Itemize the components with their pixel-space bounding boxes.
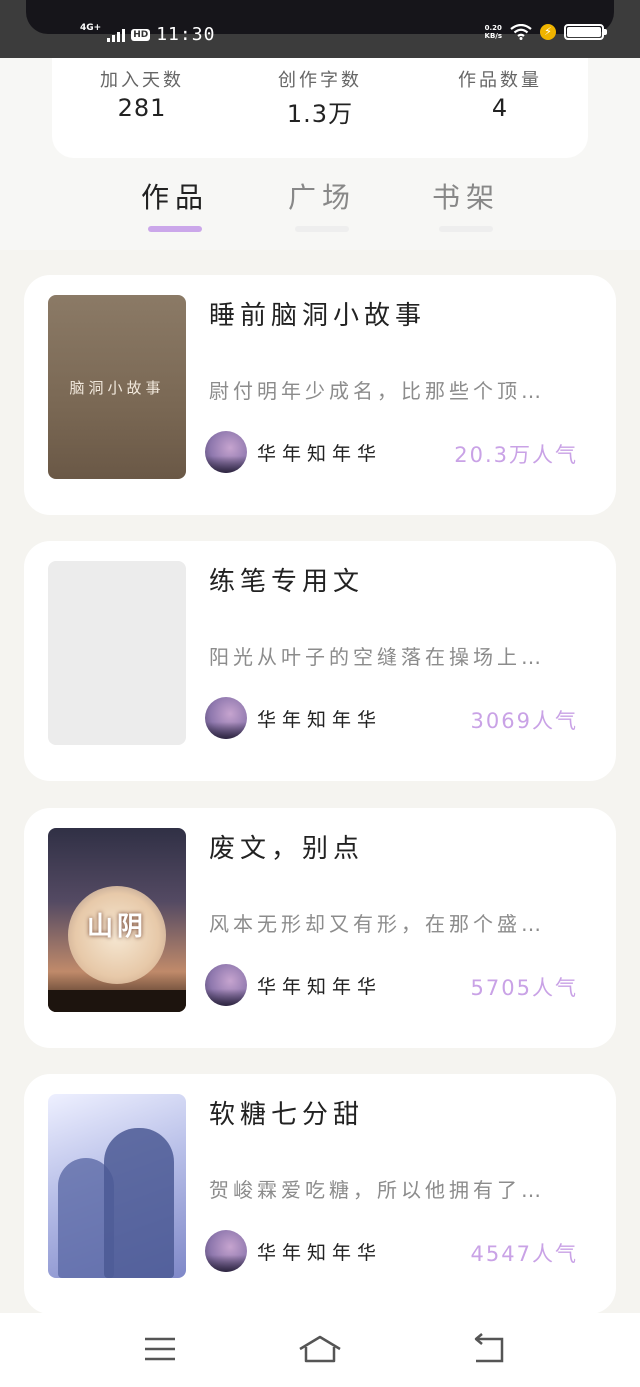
stat-value: 281 (117, 94, 167, 122)
author-row[interactable]: 华年知年华 (205, 431, 382, 473)
home-icon (299, 1335, 341, 1363)
tab-label: 作品 (140, 181, 209, 214)
cover-figure-art (104, 1128, 174, 1278)
avatar[interactable] (205, 1230, 247, 1272)
battery-icon (564, 24, 607, 40)
stats-card: 加入天数 281 创作字数 1.3万 作品数量 4 (52, 58, 588, 158)
cover-text: 山阴 (86, 912, 147, 942)
network-type: 4G+ (80, 23, 102, 33)
signal-icon (107, 28, 126, 42)
popularity-count: 20.3万人气 (454, 443, 578, 467)
work-title[interactable]: 废文，别点 (209, 828, 364, 865)
hd-badge: HD (131, 28, 151, 41)
status-right: 0.20 KB/s ⚡ (485, 24, 607, 40)
work-excerpt: 贺峻霖爱吃糖，所以他拥有了… (209, 1178, 545, 1202)
menu-icon (145, 1337, 175, 1361)
stat-join-days: 加入天数 281 (72, 66, 212, 122)
cover-text: 脑洞小故事 (69, 378, 165, 397)
work-excerpt: 尉付明年少成名，比那些个顶… (209, 379, 545, 403)
network-speed-value: 0.20 (484, 24, 502, 32)
menu-button[interactable] (131, 1331, 191, 1371)
stat-value: 1.3万 (286, 100, 354, 128)
author-name[interactable]: 华年知年华 (257, 972, 382, 999)
book-cover[interactable] (48, 1094, 186, 1278)
back-icon (474, 1333, 504, 1363)
avatar[interactable] (205, 431, 247, 473)
avatar[interactable] (205, 964, 247, 1006)
work-title[interactable]: 睡前脑洞小故事 (209, 295, 426, 332)
stat-value: 4 (491, 94, 509, 122)
tab-indicator (295, 226, 349, 232)
avatar[interactable] (205, 697, 247, 739)
author-row[interactable]: 华年知年华 (205, 964, 382, 1006)
tab-indicator (148, 226, 202, 232)
popularity-count: 3069人气 (470, 709, 578, 733)
tab-label: 广场 (287, 181, 356, 214)
stat-word-count: 创作字数 1.3万 (250, 66, 390, 129)
status-left: 4G+ HD 11:30 (80, 23, 216, 46)
work-card[interactable]: 软糖七分甜 贺峻霖爱吃糖，所以他拥有了… 华年知年华 4547人气 (24, 1074, 616, 1314)
work-card[interactable]: 山阴 废文，别点 风本无形却又有形，在那个盛… 华年知年华 5705人气 (24, 808, 616, 1048)
author-name[interactable]: 华年知年华 (257, 705, 382, 732)
profile-header: 加入天数 281 创作字数 1.3万 作品数量 4 作品 广场 书架 (0, 58, 640, 250)
popularity-count: 4547人气 (470, 1242, 578, 1266)
stat-label: 加入天数 (100, 70, 184, 91)
status-bar: 4G+ HD 11:30 0.20 KB/s ⚡ (0, 0, 640, 58)
tab-plaza[interactable]: 广场 (262, 176, 382, 232)
stat-label: 创作字数 (278, 70, 362, 91)
author-name[interactable]: 华年知年华 (257, 439, 382, 466)
network-speed-unit: KB/s (484, 32, 502, 40)
popularity-count: 5705人气 (470, 976, 578, 1000)
work-excerpt: 风本无形却又有形，在那个盛… (209, 912, 545, 936)
clock: 11:30 (156, 24, 216, 45)
author-row[interactable]: 华年知年华 (205, 697, 382, 739)
charging-icon: ⚡ (540, 24, 556, 40)
cover-ground-art (48, 990, 186, 1012)
wifi-icon (510, 24, 532, 40)
home-button[interactable] (290, 1331, 350, 1371)
book-cover[interactable]: 脑洞小故事 (48, 295, 186, 479)
network-speed: 0.20 KB/s (485, 24, 502, 40)
tab-bookshelf[interactable]: 书架 (406, 176, 526, 232)
author-row[interactable]: 华年知年华 (205, 1230, 382, 1272)
system-nav-bar (0, 1313, 640, 1387)
work-card[interactable]: 练笔专用文 阳光从叶子的空缝落在操场上… 华年知年华 3069人气 (24, 541, 616, 781)
back-button[interactable] (458, 1331, 518, 1371)
work-title[interactable]: 软糖七分甜 (209, 1094, 364, 1131)
tab-label: 书架 (431, 181, 500, 214)
author-name[interactable]: 华年知年华 (257, 1238, 382, 1265)
stat-works-count: 作品数量 4 (430, 66, 570, 122)
tab-indicator (439, 226, 493, 232)
work-title[interactable]: 练笔专用文 (209, 561, 364, 598)
book-cover[interactable] (48, 561, 186, 745)
work-card[interactable]: 脑洞小故事 睡前脑洞小故事 尉付明年少成名，比那些个顶… 华年知年华 20.3万… (24, 275, 616, 515)
stat-label: 作品数量 (458, 70, 542, 91)
work-excerpt: 阳光从叶子的空缝落在操场上… (209, 645, 545, 669)
tab-works[interactable]: 作品 (115, 176, 235, 232)
tab-bar: 作品 广场 书架 (0, 176, 640, 236)
book-cover[interactable]: 山阴 (48, 828, 186, 1012)
